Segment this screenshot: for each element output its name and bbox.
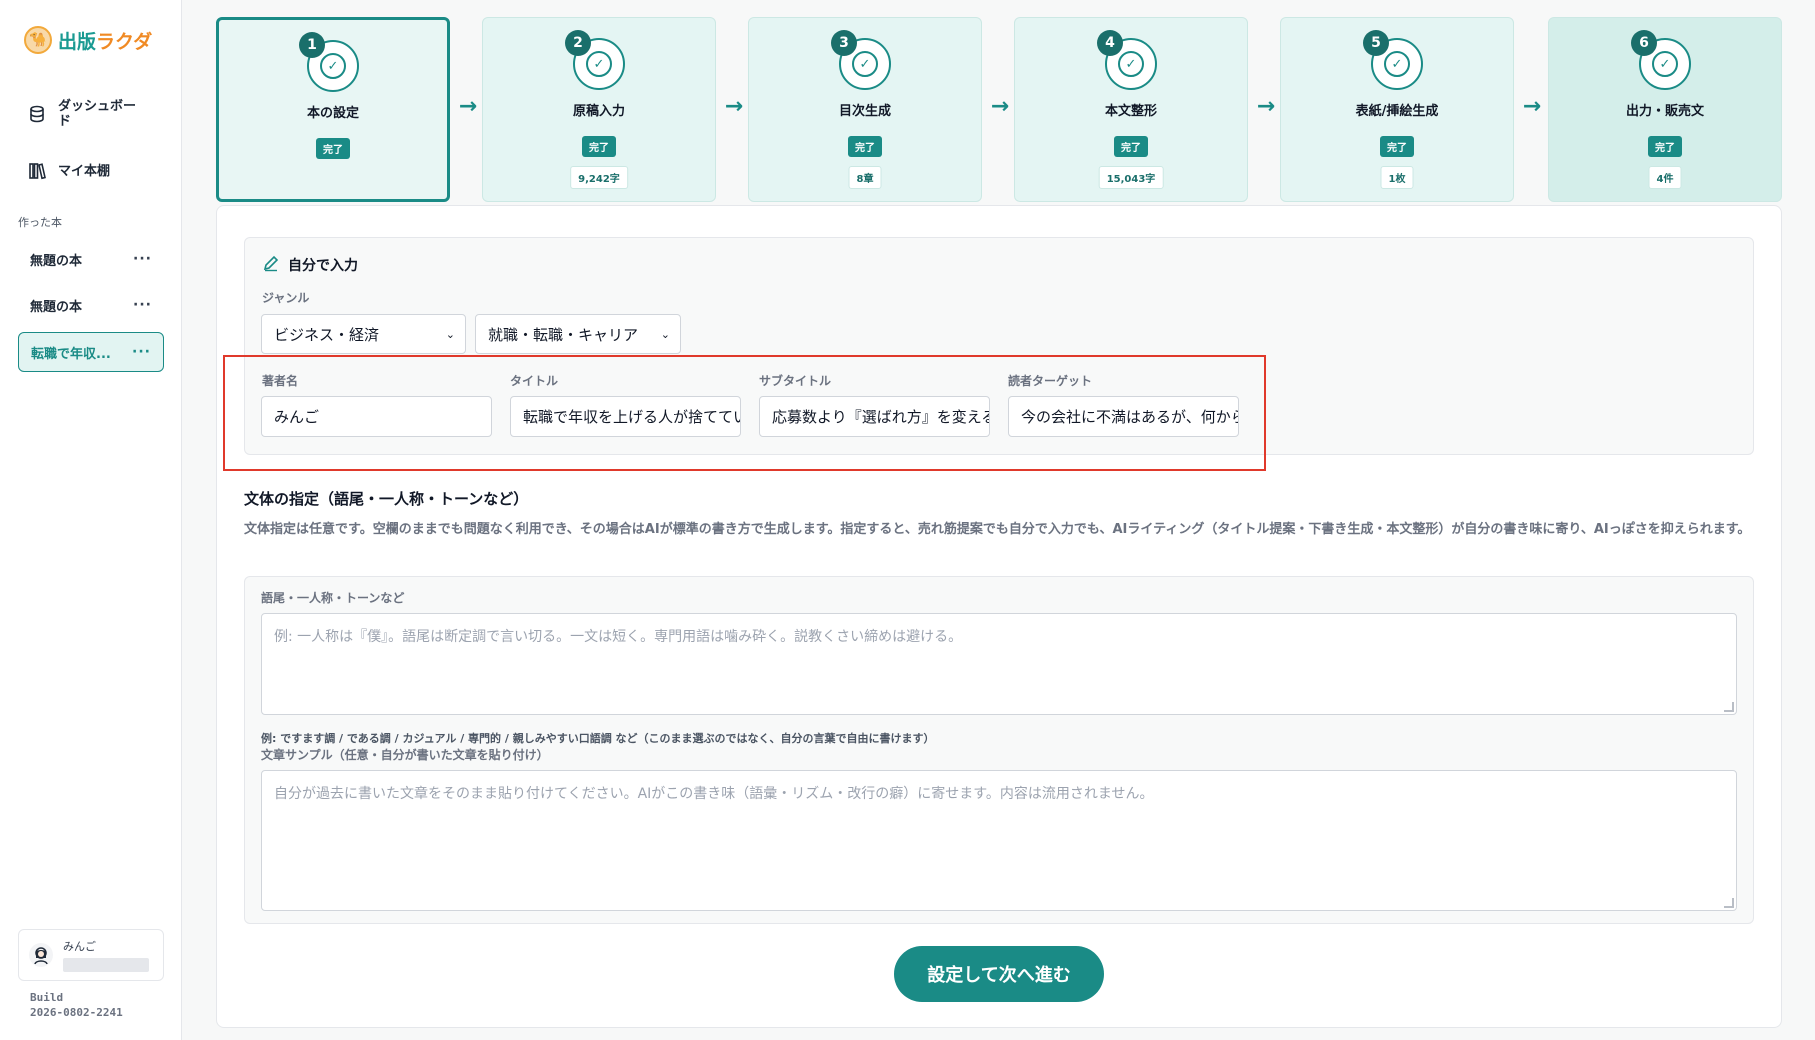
- arrow-right-icon: →: [990, 94, 1010, 119]
- camel-logo-icon: 🐪: [24, 26, 52, 54]
- tone-label: 語尾・一人称・トーンなど: [261, 591, 405, 605]
- step-count: 8章: [848, 166, 882, 189]
- step-cover[interactable]: ✓ 5 表紙/挿絵生成 完了 1枚: [1280, 17, 1514, 202]
- step-number: 6: [1631, 30, 1657, 56]
- step-output[interactable]: ✓ 6 出力・販売文 完了 4件: [1548, 17, 1782, 202]
- check-icon: ✓: [320, 53, 346, 79]
- arrow-right-icon: →: [1256, 94, 1276, 119]
- sample-placeholder: 自分が過去に書いた文章をそのまま貼り付けてください。AIがこの書き味（語彙・リズ…: [274, 786, 1154, 802]
- step-number: 5: [1363, 30, 1389, 56]
- step-title: 出力・販売文: [1625, 104, 1704, 119]
- step-manuscript[interactable]: ✓ 2 原稿入力 完了 9,242字: [482, 17, 716, 202]
- step-toc[interactable]: ✓ 3 目次生成 完了 8章: [748, 17, 982, 202]
- bookshelf-icon: [26, 160, 48, 182]
- user-email-redacted: [63, 958, 149, 972]
- step-title: 原稿入力: [572, 104, 625, 119]
- subgenre-select[interactable]: 就職・転職・キャリア ⌄: [475, 314, 681, 354]
- panel-title-text: 自分で入力: [288, 258, 358, 274]
- check-icon: ✓: [1384, 51, 1410, 77]
- database-icon: [26, 103, 48, 125]
- book-item[interactable]: 無題の本 ···: [18, 285, 164, 325]
- step-title: 本文整形: [1104, 104, 1157, 119]
- book-title: 無題の本: [30, 299, 83, 315]
- nav-dashboard-label: ダッシュボード: [58, 99, 137, 129]
- step-body-format[interactable]: ✓ 4 本文整形 完了 15,043字: [1014, 17, 1248, 202]
- pencil-icon: [262, 254, 280, 276]
- step-title: 表紙/挿絵生成: [1355, 104, 1439, 119]
- status-badge: 完了: [848, 136, 882, 157]
- step-book-settings[interactable]: ✓ 1 本の設定 完了: [216, 17, 450, 202]
- resize-handle[interactable]: [1724, 898, 1734, 908]
- step-title: 本の設定: [306, 106, 359, 121]
- arrow-right-icon: →: [1522, 94, 1542, 119]
- nav-bookshelf-label: マイ本棚: [58, 163, 111, 179]
- genre-label: ジャンル: [262, 291, 310, 305]
- more-options-icon[interactable]: ···: [133, 297, 152, 313]
- check-icon: ✓: [852, 51, 878, 77]
- style-heading: 文体の指定（語尾・一人称・トーンなど）: [244, 490, 529, 508]
- step-title: 目次生成: [838, 104, 891, 119]
- step-count: 9,242字: [570, 166, 628, 189]
- book-title: 転職で年収...: [31, 346, 111, 362]
- logo-text: 出版ラクダ: [58, 30, 153, 53]
- nav-bookshelf[interactable]: マイ本棚: [26, 160, 148, 182]
- avatar: [29, 943, 53, 967]
- sample-textarea[interactable]: 自分が過去に書いた文章をそのまま貼り付けてください。AIがこの書き味（語彙・リズ…: [261, 770, 1737, 911]
- step-number: 2: [565, 30, 591, 56]
- user-name: みんご: [63, 940, 96, 953]
- style-description: 文体指定は任意です。空欄のままでも問題なく利用でき、その場合はAIが標準の書き方…: [244, 522, 1751, 537]
- tone-textarea[interactable]: 例: 一人称は『僕』。語尾は断定調で言い切る。一文は短く。専門用語は噛み砕く。説…: [261, 613, 1737, 715]
- app-logo[interactable]: 🐪 出版ラクダ: [24, 26, 152, 54]
- genre-value: ビジネス・経済: [274, 325, 380, 344]
- more-options-icon[interactable]: ···: [133, 251, 152, 267]
- genre-select[interactable]: ビジネス・経済 ⌄: [261, 314, 466, 354]
- step-count: 4件: [1648, 166, 1682, 189]
- tone-hint: 例: ですます調 / である調 / カジュアル / 専門的 / 親しみやすい口語…: [261, 732, 935, 745]
- step-number: 3: [831, 30, 857, 56]
- check-icon: ✓: [1652, 51, 1678, 77]
- status-badge: 完了: [582, 136, 616, 157]
- submit-next-button[interactable]: 設定して次へ進む: [894, 946, 1104, 1002]
- step-count: 1枚: [1380, 166, 1414, 189]
- status-badge: 完了: [1114, 136, 1148, 157]
- tone-placeholder: 例: 一人称は『僕』。語尾は断定調で言い切る。一文は短く。専門用語は噛み砕く。説…: [274, 629, 963, 645]
- build-info: Build 2026-0802-2241: [30, 990, 123, 1020]
- sidebar: 🐪 出版ラクダ ダッシュボード マイ本棚 作った本 無題の本 ··· 無題の本 …: [0, 0, 182, 1040]
- step-count: 15,043字: [1098, 166, 1164, 189]
- section-label-books: 作った本: [18, 216, 62, 229]
- highlight-box: [223, 355, 1266, 471]
- arrow-right-icon: →: [458, 94, 478, 119]
- resize-handle[interactable]: [1724, 702, 1734, 712]
- book-item-active[interactable]: 転職で年収... ···: [18, 332, 164, 372]
- panel-title: 自分で入力: [262, 254, 358, 276]
- progress-stepper: ✓ 1 本の設定 完了 → ✓ 2 原稿入力 完了 9,242字 → ✓ 3 目…: [216, 17, 1782, 203]
- book-title: 無題の本: [30, 253, 83, 269]
- user-menu[interactable]: みんご: [18, 929, 164, 981]
- step-number: 4: [1097, 30, 1123, 56]
- chevron-down-icon: ⌄: [445, 327, 455, 341]
- sample-label: 文章サンプル（任意・自分が書いた文章を貼り付け）: [261, 748, 549, 762]
- build-id: 2026-0802-2241: [30, 1006, 123, 1019]
- step-number: 1: [299, 32, 325, 58]
- arrow-right-icon: →: [724, 94, 744, 119]
- build-label: Build: [30, 991, 64, 1004]
- status-badge: 完了: [1380, 136, 1414, 157]
- nav-dashboard[interactable]: ダッシュボード: [26, 99, 148, 129]
- status-badge: 完了: [1648, 136, 1682, 157]
- chevron-down-icon: ⌄: [660, 327, 670, 341]
- book-item[interactable]: 無題の本 ···: [18, 239, 164, 279]
- subgenre-value: 就職・転職・キャリア: [488, 325, 639, 344]
- check-icon: ✓: [586, 51, 612, 77]
- check-icon: ✓: [1118, 51, 1144, 77]
- more-options-icon[interactable]: ···: [132, 344, 151, 360]
- status-badge: 完了: [316, 138, 350, 159]
